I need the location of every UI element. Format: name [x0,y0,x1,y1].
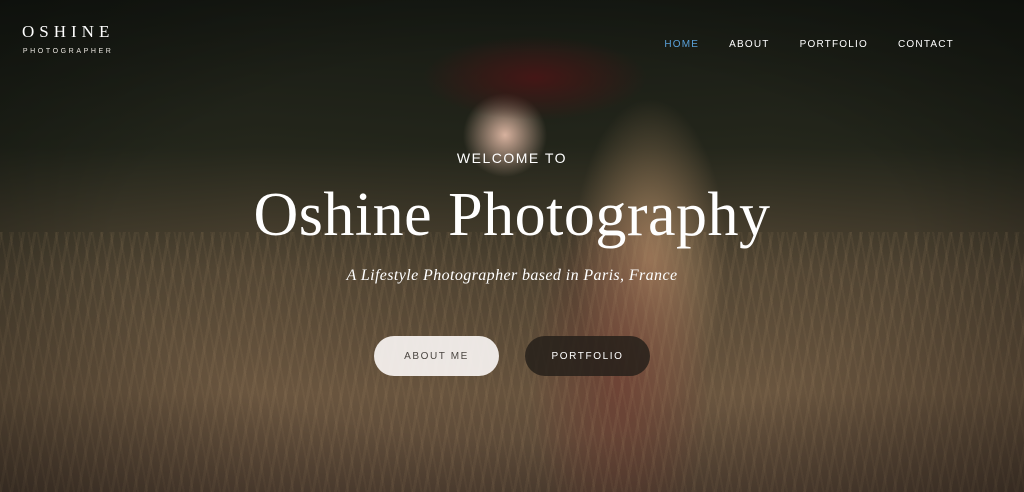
hero-headline: Oshine Photography [253,181,771,249]
logo-subtitle: PHOTOGRAPHER [22,48,114,55]
portfolio-button[interactable]: PORTFOLIO [525,336,650,376]
nav-item-home[interactable]: HOME [664,39,699,50]
site-logo[interactable]: OSHINE PHOTOGRAPHER [22,22,114,55]
nav-item-contact[interactable]: CONTACT [898,39,954,50]
nav-item-portfolio[interactable]: PORTFOLIO [800,39,868,50]
nav-item-about[interactable]: ABOUT [729,39,769,50]
hero-text: WELCOME TO Oshine Photography A Lifestyl… [0,150,1024,285]
hero-tagline: A Lifestyle Photographer based in Paris,… [346,267,678,284]
logo-title: OSHINE [22,22,115,41]
about-me-button[interactable]: ABOUT ME [374,336,499,376]
main-nav: HOME ABOUT PORTFOLIO CONTACT [664,39,954,50]
hero-section: OSHINE PHOTOGRAPHER HOME ABOUT PORTFOLIO… [0,0,1024,492]
hero-eyebrow: WELCOME TO [456,150,568,166]
hero-buttons: ABOUT ME PORTFOLIO [0,336,1024,376]
